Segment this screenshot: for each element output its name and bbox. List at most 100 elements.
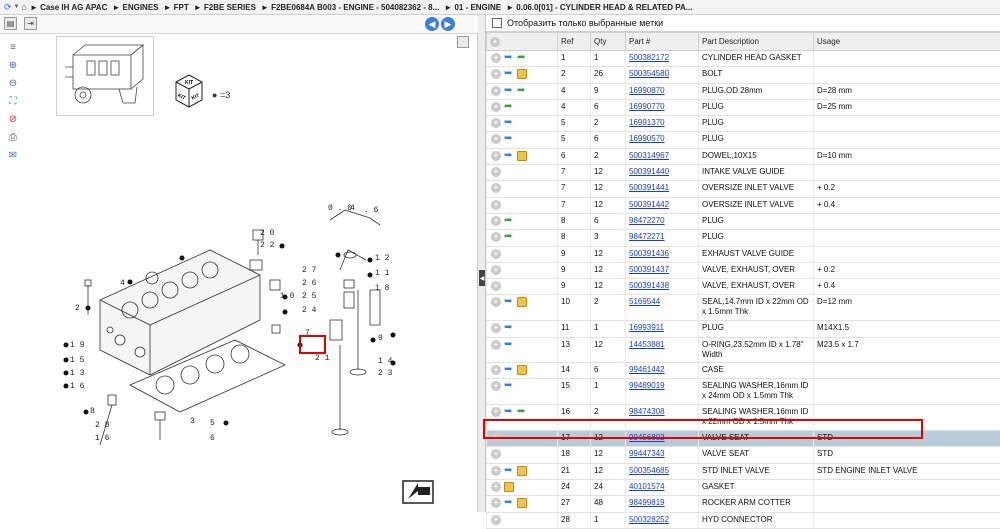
add-to-cart-icon[interactable]: +	[491, 340, 501, 350]
breadcrumb-item[interactable]: ► F2BE SERIES	[194, 3, 256, 12]
table-row[interactable]: +➥131214453881O-RING,23.52mm ID x 1.78" …	[487, 337, 1000, 362]
column-header-qty[interactable]: Qty	[591, 33, 626, 51]
forward-arrow-icon[interactable]: ▶	[441, 17, 455, 31]
add-to-cart-icon[interactable]: +	[491, 249, 501, 259]
kit-package-icon[interactable]	[517, 365, 527, 375]
engine-thumbnail[interactable]	[56, 36, 154, 116]
part-number-link[interactable]: 500354580	[629, 69, 669, 78]
add-to-cart-icon[interactable]: +	[491, 151, 501, 161]
exploded-parts-diagram[interactable]: 0 . 04. 6 2 02 2 2 72 62 5 2 41 0 1 21 1…	[40, 180, 420, 455]
add-all-icon[interactable]: +	[490, 37, 500, 47]
breadcrumb-item[interactable]: ► ENGINES	[112, 3, 158, 12]
table-row[interactable]: +➥274898499819ROCKER ARM COTTER	[487, 496, 1000, 512]
kit-package-icon[interactable]	[504, 482, 514, 492]
add-to-cart-icon[interactable]: +	[491, 216, 501, 226]
substitute-arrow-icon[interactable]: ➦	[517, 407, 527, 417]
part-number-link[interactable]: 500314967	[629, 151, 669, 160]
add-to-cart-icon[interactable]: +	[491, 407, 501, 417]
panel-splitter[interactable]: ◀	[478, 15, 486, 512]
info-arrow-icon[interactable]: ➥	[504, 118, 514, 128]
table-row[interactable]: +➥➦16298474308SEALING WASHER,16mm ID x 2…	[487, 405, 1000, 431]
menu-lines-icon[interactable]: ≡	[6, 40, 20, 54]
add-to-cart-icon[interactable]: +	[491, 232, 501, 242]
table-row[interactable]: +181299447343VALVE SEATSTD	[487, 447, 1000, 463]
part-number-link[interactable]: 16991370	[629, 118, 665, 127]
print-preview-icon[interactable]: ▤	[4, 17, 17, 30]
add-to-cart-icon[interactable]: +	[491, 118, 501, 128]
table-row[interactable]: +➥2112500354685STD INLET VALVESTD ENGINE…	[487, 463, 1000, 479]
email-icon[interactable]: ✉	[6, 148, 20, 162]
column-header-actions[interactable]: +	[487, 33, 558, 51]
info-arrow-icon[interactable]: ➥	[504, 69, 514, 79]
table-row[interactable]: +➥5616990570PLUG	[487, 132, 1000, 148]
table-row[interactable]: +➦8398472271PLUG	[487, 230, 1000, 246]
column-header-description[interactable]: Part Description	[699, 33, 814, 51]
substitute-arrow-icon[interactable]: ➦	[517, 53, 527, 63]
add-to-cart-icon[interactable]: +	[491, 297, 501, 307]
info-arrow-icon[interactable]: ➥	[504, 365, 514, 375]
table-row[interactable]: +➥11116993911PLUGM14X1.5	[487, 321, 1000, 337]
add-to-cart-icon[interactable]: +	[491, 134, 501, 144]
table-row[interactable]: +➥5216991370PLUG	[487, 116, 1000, 132]
next-page-icon[interactable]: ⇥	[24, 17, 37, 30]
add-to-cart-icon[interactable]: +	[491, 102, 501, 112]
add-to-cart-icon[interactable]: +	[491, 365, 501, 375]
substitute-arrow-icon[interactable]: ➦	[504, 102, 514, 112]
kit-package-icon[interactable]	[517, 69, 527, 79]
info-arrow-icon[interactable]: ➥	[504, 381, 514, 391]
part-number-link[interactable]: 5169544	[629, 297, 660, 306]
part-number-link[interactable]: 14453881	[629, 340, 665, 349]
info-arrow-icon[interactable]: ➥	[504, 466, 514, 476]
table-row[interactable]: +➦8698472270PLUG	[487, 213, 1000, 229]
add-to-cart-icon[interactable]: +	[491, 200, 501, 210]
breadcrumb-item[interactable]: ► 0.06.0[01] - CYLINDER HEAD & RELATED P…	[506, 3, 692, 12]
print-icon[interactable]: ⎙	[6, 130, 20, 144]
add-to-cart-icon[interactable]: +	[491, 323, 501, 333]
table-row[interactable]: +➥1025169544SEAL,14.7mm ID x 22mm OD x 1…	[487, 295, 1000, 321]
part-number-link[interactable]: 500391440	[629, 167, 669, 176]
part-number-link[interactable]: 16990870	[629, 86, 665, 95]
part-number-link[interactable]: 40101574	[629, 482, 665, 491]
table-row[interactable]: +➥➦11500382172CYLINDER HEAD GASKET	[487, 51, 1000, 67]
add-to-cart-icon[interactable]: +	[491, 498, 501, 508]
home-icon[interactable]: ⌂	[22, 3, 27, 12]
part-number-link[interactable]: 98474308	[629, 407, 665, 416]
add-to-cart-icon[interactable]: +	[491, 449, 501, 459]
info-arrow-icon[interactable]: ➥	[504, 86, 514, 96]
table-row[interactable]: +➥62500314967DOWEL,10X15D=10 mm	[487, 148, 1000, 164]
part-number-link[interactable]: 500391441	[629, 183, 669, 192]
part-number-link[interactable]: 16990770	[629, 102, 665, 111]
part-number-link[interactable]: 99461442	[629, 365, 665, 374]
info-arrow-icon[interactable]: ➥	[504, 323, 514, 333]
window-icon[interactable]	[457, 36, 469, 48]
add-to-cart-icon[interactable]: +	[491, 265, 501, 275]
table-row[interactable]: +➥15199489019SEALING WASHER,16mm ID x 24…	[487, 379, 1000, 405]
table-row[interactable]: +912500391438VALVE, EXHAUST, OVER+ 0.4	[487, 279, 1000, 295]
info-arrow-icon[interactable]: ➥	[504, 53, 514, 63]
part-number-link[interactable]: 99447343	[629, 449, 665, 458]
table-row[interactable]: +281500328252HYD CONNECTOR	[487, 512, 1000, 528]
part-number-link[interactable]: 500391438	[629, 281, 669, 290]
table-row[interactable]: +712500391441OVERSIZE INLET VALVE+ 0.2	[487, 181, 1000, 197]
part-number-link[interactable]: 98472270	[629, 216, 665, 225]
part-number-link[interactable]: 500354685	[629, 466, 669, 475]
add-to-cart-icon[interactable]: +	[491, 86, 501, 96]
clear-highlight-icon[interactable]: ⊘	[6, 112, 20, 126]
part-number-link[interactable]: 500391442	[629, 200, 669, 209]
info-arrow-icon[interactable]: ➥	[504, 407, 514, 417]
add-to-cart-icon[interactable]: +	[491, 183, 501, 193]
dropdown-icon[interactable]: ▼	[14, 4, 20, 10]
table-row[interactable]: +912500391436EXHAUST VALVE GUIDE	[487, 246, 1000, 262]
table-row[interactable]: +242440101574GASKET	[487, 479, 1000, 495]
substitute-arrow-icon[interactable]: ➦	[504, 216, 514, 226]
table-row[interactable]: +➥➦4916990870PLUG,OD 28mmD=28 mm	[487, 83, 1000, 99]
table-row[interactable]: +171299456802VALVE SEATSTD	[487, 431, 1000, 447]
table-row[interactable]: +➥14699461442CASE	[487, 362, 1000, 378]
info-arrow-icon[interactable]: ➥	[504, 297, 514, 307]
collapse-panel-icon[interactable]: ◀	[479, 270, 485, 286]
part-number-link[interactable]: 99489019	[629, 381, 665, 390]
part-number-link[interactable]: 16993911	[629, 323, 664, 332]
fit-page-icon[interactable]: ⛶	[6, 94, 20, 108]
highlighted-callout-17[interactable]	[299, 335, 326, 354]
add-to-cart-icon[interactable]: +	[491, 515, 501, 525]
